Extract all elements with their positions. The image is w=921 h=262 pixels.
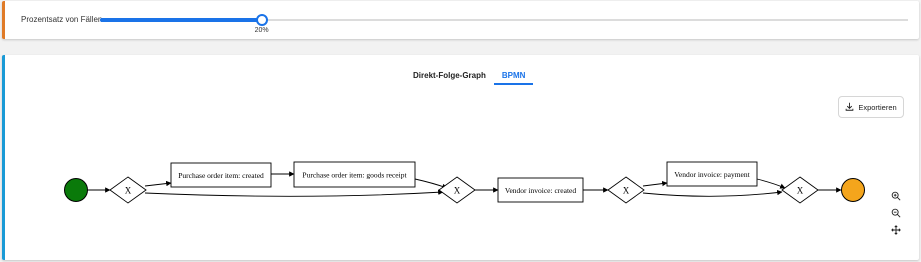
edge (642, 189, 783, 197)
edge (756, 178, 786, 189)
svg-text:X: X (454, 186, 461, 196)
case-percentage-value: 20% (254, 27, 269, 34)
edge (414, 178, 448, 189)
case-percentage-label: Prozentsatz von Fällen (21, 15, 103, 24)
edge (642, 180, 668, 187)
zoom-out-button[interactable] (887, 207, 905, 221)
svg-text:X: X (125, 186, 132, 196)
zoom-in-button[interactable] (887, 190, 905, 204)
svg-text:Vendor invoice: created: Vendor invoice: created (505, 186, 576, 195)
case-percentage-slider-fill (100, 18, 262, 22)
svg-text:X: X (623, 186, 630, 196)
svg-text:Vendor invoice: payment: Vendor invoice: payment (674, 170, 750, 179)
xor-gateway[interactable]: X (607, 176, 645, 204)
edge (144, 180, 172, 187)
xor-gateway[interactable]: X (438, 176, 476, 204)
svg-text:Purchase order item: goods rec: Purchase order item: goods receipt (302, 171, 407, 180)
case-percentage-slider-thumb[interactable] (255, 14, 268, 26)
svg-text:X: X (797, 186, 804, 196)
process-graph-panel: Direkt-Folge-Graph BPMN Exportieren X X … (2, 55, 919, 260)
zoom-controls (887, 190, 905, 238)
zoom-out-icon (891, 205, 901, 223)
svg-text:Purchase order item: created: Purchase order item: created (178, 171, 264, 180)
end-event[interactable] (841, 178, 865, 202)
activity-po-item-goods-receipt[interactable]: Purchase order item: goods receipt (293, 161, 416, 188)
bpmn-diagram: X X X X Purchase order item: created Pur… (64, 161, 865, 204)
xor-gateway[interactable]: X (109, 176, 147, 204)
edge (144, 189, 444, 197)
move-icon (891, 222, 901, 240)
start-event[interactable] (64, 178, 88, 202)
activity-po-item-created[interactable]: Purchase order item: created (170, 162, 272, 188)
zoom-in-icon (891, 188, 901, 206)
activity-vendor-invoice-payment[interactable]: Vendor invoice: payment (666, 161, 758, 187)
activity-vendor-invoice-created[interactable]: Vendor invoice: created (497, 177, 584, 203)
pan-button[interactable] (887, 224, 905, 238)
xor-gateway[interactable]: X (781, 176, 819, 204)
